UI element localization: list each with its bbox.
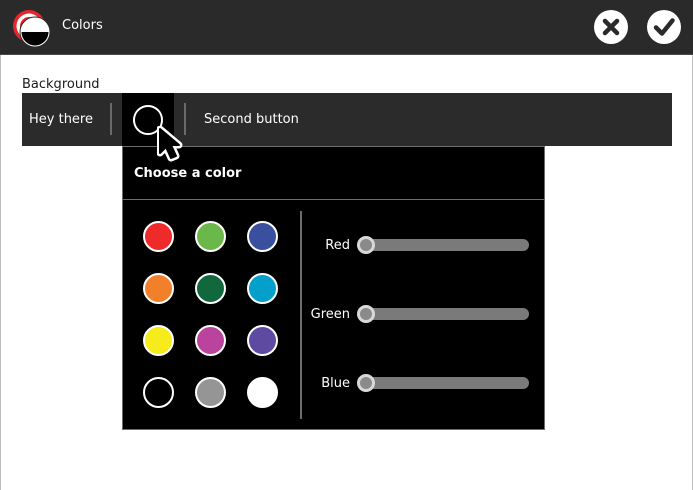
close-button[interactable] — [594, 10, 628, 44]
swatch-dark-green[interactable] — [195, 273, 226, 304]
ok-button[interactable] — [647, 10, 681, 44]
green-slider[interactable] — [357, 308, 529, 320]
swatch-green[interactable] — [195, 221, 226, 252]
swatch-white[interactable] — [247, 377, 278, 408]
green-slider-knob[interactable] — [357, 305, 375, 323]
blue-slider-knob[interactable] — [357, 374, 375, 392]
window-frame-left — [0, 55, 1, 490]
swatch-red[interactable] — [143, 221, 174, 252]
title-bar: Colors — [0, 0, 693, 55]
popover-title: Choose a color — [134, 166, 242, 181]
swatch-cyan[interactable] — [247, 273, 278, 304]
background-section-label: Background — [22, 77, 100, 92]
window-title: Colors — [62, 18, 103, 33]
swatch-orange[interactable] — [143, 273, 174, 304]
blue-slider-label: Blue — [321, 376, 350, 391]
toolbar-separator — [110, 103, 112, 135]
toolbar: Hey there Second button — [22, 93, 672, 146]
blue-slider[interactable] — [357, 377, 529, 389]
swatch-gray[interactable] — [195, 377, 226, 408]
swatch-blue[interactable] — [247, 221, 278, 252]
red-slider-knob[interactable] — [357, 236, 375, 254]
red-slider-label: Red — [325, 238, 350, 253]
color-chooser-popover: Choose a color Red Green Blue — [122, 146, 545, 430]
mouse-cursor-icon — [157, 126, 183, 162]
color-app-icon — [13, 10, 51, 48]
second-button[interactable]: Second button — [200, 93, 307, 146]
checkmark-icon — [653, 18, 675, 36]
swatch-yellow[interactable] — [143, 325, 174, 356]
red-slider[interactable] — [357, 239, 529, 251]
green-slider-label: Green — [310, 307, 350, 322]
swatch-magenta[interactable] — [195, 325, 226, 356]
popover-divider — [123, 199, 544, 200]
color-swatch-grid — [143, 221, 293, 411]
hey-there-button[interactable]: Hey there — [22, 93, 110, 146]
swatch-black[interactable] — [143, 377, 174, 408]
close-icon — [602, 18, 620, 36]
swatch-purple[interactable] — [247, 325, 278, 356]
